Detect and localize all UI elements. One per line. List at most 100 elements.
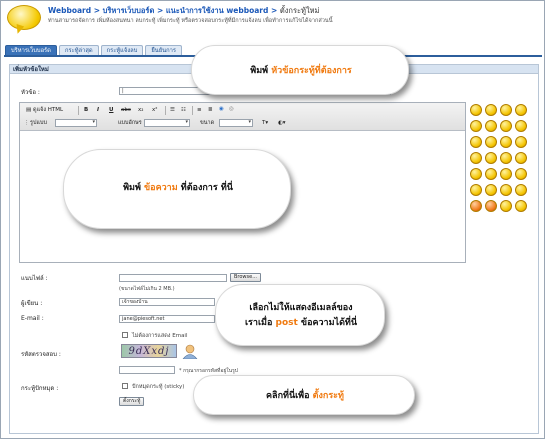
- background-color-icon[interactable]: ◐▾: [278, 119, 286, 127]
- webboard-window: Webboard > บริหารเว็บบอร์ด > แนะนำการใช้…: [0, 0, 545, 439]
- source-icon[interactable]: ▤: [26, 106, 31, 114]
- page-description: ท่านสามารถจัดการ เพิ่มห้องสนทนา ลบกระทู้…: [48, 18, 333, 24]
- format-label: รูปแบบ: [30, 120, 47, 126]
- toolbar-divider: [192, 106, 193, 115]
- captcha-label: รหัสตรวจสอบ :: [21, 351, 61, 358]
- author-label: ผู้เขียน :: [21, 300, 43, 307]
- silly-icon[interactable]: [470, 184, 482, 196]
- sticky-option-label: ปักหมุดกระทู้ (sticky): [132, 384, 185, 390]
- title-label: หัวข้อ :: [21, 89, 40, 96]
- callout-content-text: พิมพ์ ข้อความ ที่ต้องการ ที่นี่: [123, 183, 233, 193]
- format-select[interactable]: [55, 119, 97, 127]
- callout-title-text: พิมพ์ หัวข้อกระทู้ที่ต้องการ: [250, 66, 352, 76]
- strikethrough-button[interactable]: abc: [121, 106, 131, 114]
- attachment-label: แนบไฟล์ :: [21, 275, 48, 282]
- font-select[interactable]: [144, 119, 190, 127]
- font-label: แบบอักษร: [118, 120, 142, 126]
- innocent-icon[interactable]: [515, 168, 527, 180]
- kiss-icon[interactable]: [500, 152, 512, 164]
- neutral-icon[interactable]: [485, 168, 497, 180]
- italic-button[interactable]: I: [97, 106, 99, 114]
- refresh-captcha-icon[interactable]: [181, 344, 199, 359]
- captcha-input[interactable]: [119, 366, 175, 374]
- underline-button[interactable]: U: [109, 106, 113, 114]
- laugh-icon[interactable]: [500, 104, 512, 116]
- superscript-button[interactable]: x²: [152, 106, 157, 114]
- breadcrumb-admin-link[interactable]: บริหารเว็บบอร์ด: [103, 6, 155, 15]
- toolbar-divider: [78, 106, 79, 115]
- cry-icon[interactable]: [515, 136, 527, 148]
- callout-submit-tip: คลิกที่นี่เพื่อ ตั้งกระทู้: [193, 375, 415, 415]
- subscript-button[interactable]: x₂: [138, 106, 143, 114]
- toolbar-grip-icon: ⋮: [24, 120, 30, 126]
- attachment-hint: (ขนาดไฟล์ไม่เกิน 2 MB.): [119, 286, 175, 292]
- nerd-icon[interactable]: [500, 184, 512, 196]
- numbered-list-icon[interactable]: ☰: [170, 106, 175, 114]
- sticky-checkbox[interactable]: [122, 383, 128, 389]
- smile-icon[interactable]: [470, 104, 482, 116]
- align-right-icon[interactable]: ≣: [208, 106, 213, 114]
- breadcrumb-separator: >: [91, 6, 103, 15]
- breadcrumb-guide-link[interactable]: แนะนำการใช้งาน webboard: [166, 6, 269, 15]
- breadcrumb-separator: >: [268, 6, 280, 15]
- callout-content-tip: พิมพ์ ข้อความ ที่ต้องการ ที่นี่: [63, 149, 291, 229]
- submit-topic-button[interactable]: ตั้งกระทู้: [119, 397, 145, 406]
- tab-confirm[interactable]: ยืนยันการ: [145, 45, 182, 55]
- love-icon[interactable]: [500, 200, 512, 212]
- party-icon[interactable]: [515, 200, 527, 212]
- align-left-icon[interactable]: ≡: [197, 106, 202, 114]
- breadcrumb-home-link[interactable]: Webboard: [48, 6, 91, 15]
- confused-icon[interactable]: [485, 136, 497, 148]
- tab-reported-topics[interactable]: กระทู้แจ้งลบ: [100, 45, 144, 55]
- browse-button[interactable]: Browse...: [230, 273, 261, 282]
- tab-latest-topics[interactable]: กระทู้ล่าสุด: [58, 45, 99, 55]
- angry-icon[interactable]: [470, 152, 482, 164]
- tab-webboard-admin[interactable]: บริหารเว็บบอร์ด: [5, 45, 57, 55]
- webboard-logo-icon: [7, 5, 41, 36]
- hide-email-label: ไม่ต้องการแสดง Email: [132, 333, 188, 339]
- bold-button[interactable]: B: [84, 106, 88, 114]
- shock-icon[interactable]: [515, 152, 527, 164]
- blush-icon[interactable]: [470, 136, 482, 148]
- size-label: ขนาด: [200, 120, 215, 126]
- captcha-hint: * กรุณากรอกรหัสที่อยู่ในรูป: [179, 368, 238, 374]
- happy-icon[interactable]: [470, 120, 482, 132]
- editor-toolbar: ▤ ดูแจ้ง HTML B I U abc x₂ x² ☰ ☷ ≡ ≣ ◉ …: [20, 103, 465, 131]
- attachment-input[interactable]: [119, 274, 227, 282]
- cool-icon[interactable]: [500, 120, 512, 132]
- text-color-icon[interactable]: T▾: [262, 119, 268, 127]
- grin-icon[interactable]: [485, 104, 497, 116]
- email-input[interactable]: jane@piesoft.net: [119, 315, 215, 323]
- callout-submit-text: คลิกที่นี่เพื่อ ตั้งกระทู้: [266, 391, 344, 401]
- callout-email-line2: เราเมื่อ post ข้อความได้ที่นี่: [244, 318, 358, 328]
- source-html-button[interactable]: ดูแจ้ง HTML: [33, 106, 63, 114]
- surprised-icon[interactable]: [485, 120, 497, 132]
- shy-icon[interactable]: [485, 184, 497, 196]
- devil-icon[interactable]: [470, 200, 482, 212]
- captcha-image: 9dXxdj: [121, 344, 177, 358]
- rage-icon[interactable]: [485, 200, 497, 212]
- author-input[interactable]: เจ้าของบ้าน: [119, 298, 215, 306]
- thinking-icon[interactable]: [515, 184, 527, 196]
- unlink-icon[interactable]: ◎: [229, 105, 234, 113]
- email-label: E-mail :: [21, 315, 44, 322]
- callout-email-tip: เลือกไม่ให้แสดงอีเมลล์ของ เราเมื่อ post …: [215, 284, 385, 346]
- sad-icon[interactable]: [500, 136, 512, 148]
- pin-label: กระทู้ปักหมุด :: [21, 385, 59, 392]
- callout-email-line1: เลือกไม่ให้แสดงอีเมลล์ของ: [249, 303, 353, 313]
- sleepy-icon[interactable]: [485, 152, 497, 164]
- tab-bar: บริหารเว็บบอร์ด กระทู้ล่าสุด กระทู้แจ้งล…: [5, 45, 182, 55]
- evil-icon[interactable]: [500, 168, 512, 180]
- breadcrumb-current: ตั้งกระทู้ใหม่: [279, 6, 320, 15]
- toolbar-divider: [165, 106, 166, 115]
- breadcrumb-separator: >: [154, 6, 166, 15]
- wink-icon[interactable]: [515, 104, 527, 116]
- breadcrumb: Webboard > บริหารเว็บบอร์ด > แนะนำการใช้…: [48, 5, 320, 17]
- callout-title-tip: พิมพ์ หัวข้อกระทู้ที่ต้องการ: [191, 45, 409, 95]
- bulleted-list-icon[interactable]: ☷: [181, 106, 186, 114]
- link-icon[interactable]: ◉: [219, 105, 224, 113]
- worried-icon[interactable]: [470, 168, 482, 180]
- hide-email-checkbox[interactable]: [122, 332, 128, 338]
- size-select[interactable]: [219, 119, 253, 127]
- tongue-icon[interactable]: [515, 120, 527, 132]
